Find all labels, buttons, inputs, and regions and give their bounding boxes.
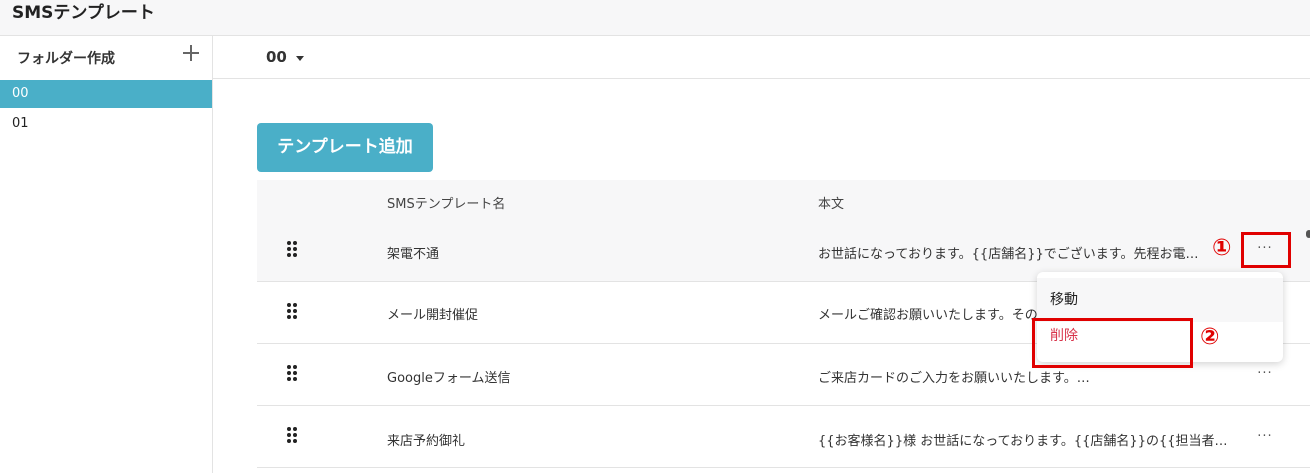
- table-header: SMSテンプレート名 本文: [257, 180, 1310, 222]
- template-body: {{お客様名}}様 お世話になっております。{{店舗名}}の{{担当者…: [818, 434, 1228, 449]
- template-body: お世話になっております。{{店舗名}}でございます。先程お電…: [818, 247, 1199, 262]
- template-name: 架電不通: [387, 247, 440, 262]
- annotation-step-2: ②: [1200, 324, 1220, 350]
- header-body: 本文: [818, 197, 845, 212]
- table-row[interactable]: 来店予約御礼 {{お客様名}}様 お世話になっております。{{店舗名}}の{{担…: [257, 406, 1310, 468]
- plus-icon[interactable]: [180, 42, 202, 64]
- drag-handle-icon[interactable]: [287, 303, 298, 320]
- drag-handle-icon[interactable]: [287, 365, 298, 382]
- scroll-indicator: [1306, 230, 1310, 238]
- drag-handle-icon[interactable]: [287, 241, 298, 258]
- page-title: SMSテンプレート: [12, 3, 155, 23]
- header-name: SMSテンプレート名: [387, 197, 506, 212]
- annotation-box-delete: [1032, 318, 1193, 368]
- folder-select[interactable]: 00: [266, 48, 287, 66]
- add-template-button[interactable]: テンプレート追加: [257, 123, 433, 172]
- sidebar-header: フォルダー作成: [0, 36, 212, 80]
- template-name: メール開封催促: [387, 308, 479, 323]
- folder-label: 01: [12, 116, 29, 131]
- annotation-box-more: [1241, 232, 1291, 268]
- drag-handle-icon[interactable]: [287, 427, 298, 444]
- annotation-step-1: ①: [1212, 235, 1232, 261]
- sidebar: フォルダー作成 00 01: [0, 36, 213, 473]
- template-body: ご来店カードのご入力をお願いいたします。…: [818, 371, 1090, 386]
- template-name: Googleフォーム送信: [387, 371, 511, 386]
- caret-down-icon[interactable]: [296, 56, 304, 61]
- template-name: 来店予約御礼: [387, 434, 466, 449]
- folder-label: 00: [12, 86, 29, 101]
- more-icon[interactable]: ···: [1253, 430, 1277, 450]
- more-icon[interactable]: ···: [1253, 367, 1277, 387]
- create-folder-label: フォルダー作成: [17, 51, 115, 67]
- sidebar-item-folder-01[interactable]: 01: [0, 110, 212, 138]
- sidebar-item-folder-00[interactable]: 00: [0, 80, 212, 108]
- title-bar: SMSテンプレート: [0, 0, 1310, 36]
- folder-bar: 00: [213, 36, 1310, 79]
- template-body: メールご確認お願いいたします。その: [818, 308, 1038, 323]
